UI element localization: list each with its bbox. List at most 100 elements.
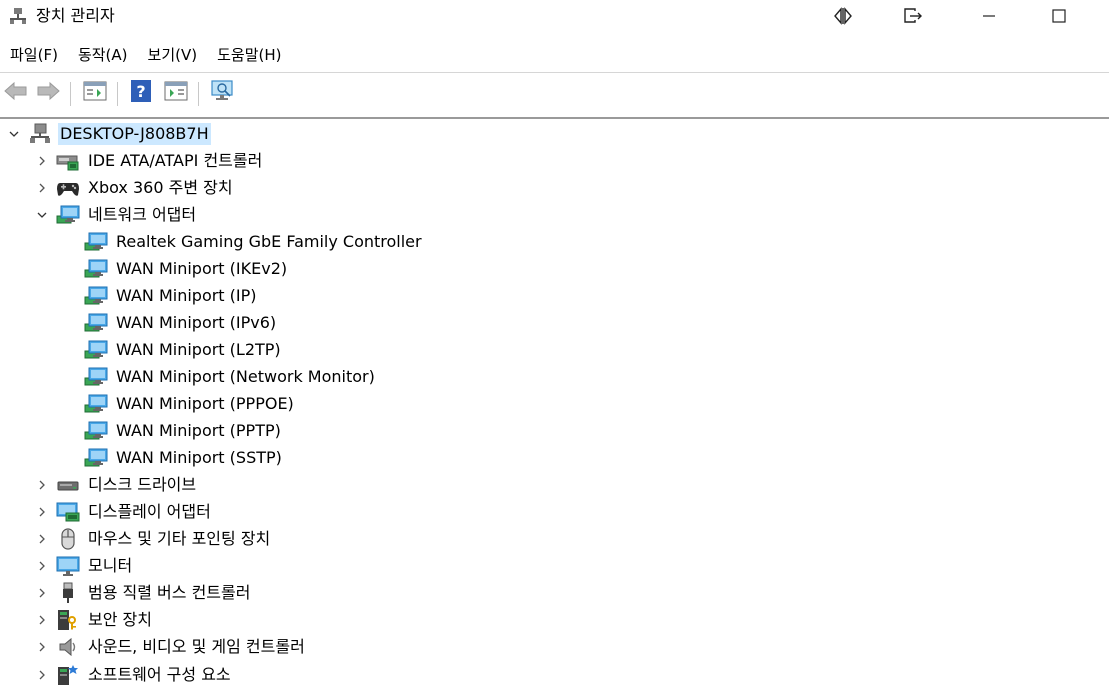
expand-chevron-icon[interactable]	[34, 585, 50, 601]
tree-node-label: Realtek Gaming GbE Family Controller	[116, 231, 422, 251]
tree-node-label: WAN Miniport (PPTP)	[116, 421, 281, 441]
expand-chevron-icon[interactable]	[34, 612, 50, 628]
tree-node-category[interactable]: IDE ATA/ATAPI 컨트롤러	[34, 147, 264, 174]
tree-node-category[interactable]: 네트워크 어댑터	[34, 201, 198, 228]
help-button[interactable]: ?	[127, 79, 155, 107]
tree-node-device[interactable]: Realtek Gaming GbE Family Controller	[84, 228, 424, 255]
tree-node-label: 사운드, 비디오 및 게임 컨트롤러	[88, 637, 305, 657]
maximize-icon	[1051, 8, 1067, 24]
display-adapter-icon	[56, 501, 80, 523]
properties-view-button[interactable]	[162, 79, 190, 107]
menu-file[interactable]: 파일(F)	[0, 40, 68, 70]
expand-chevron-icon[interactable]	[34, 531, 50, 547]
tree-node-computer[interactable]: DESKTOP-J808B7H	[6, 120, 211, 147]
scan-hardware-button[interactable]	[209, 79, 237, 107]
tree-node-category[interactable]: 소프트웨어 구성 요소	[34, 661, 233, 688]
tree-node-device[interactable]: WAN Miniport (L2TP)	[84, 336, 283, 363]
tree-node-label: IDE ATA/ATAPI 컨트롤러	[88, 150, 263, 170]
expand-chevron-icon[interactable]	[34, 153, 50, 169]
scan-monitor-icon	[210, 79, 236, 107]
device-tree: DESKTOP-J808B7H IDE ATA/ATAPI 컨트롤러 Xbox 36…	[0, 120, 1109, 688]
tree-node-label: WAN Miniport (Network Monitor)	[116, 366, 375, 386]
console-tree-icon	[83, 81, 107, 105]
tree-node-device[interactable]: WAN Miniport (Network Monitor)	[84, 363, 377, 390]
tree-node-label: DESKTOP-J808B7H	[58, 122, 211, 145]
device-manager-icon	[8, 6, 28, 26]
menu-view[interactable]: 보기(V)	[138, 40, 208, 70]
expand-chevron-icon[interactable]	[34, 504, 50, 520]
expand-chevron-icon[interactable]	[34, 477, 50, 493]
tree-node-category[interactable]: 보안 장치	[34, 607, 154, 634]
tree-node-category[interactable]: 모니터	[34, 553, 134, 580]
tree-node-category[interactable]: 마우스 및 기타 포인팅 장치	[34, 526, 272, 553]
back-button[interactable]	[2, 79, 30, 107]
tree-node-label: WAN Miniport (SSTP)	[116, 448, 282, 468]
tree-node-device[interactable]: WAN Miniport (IKEv2)	[84, 255, 289, 282]
tree-node-label: 모니터	[88, 556, 133, 576]
tree-node-category[interactable]: 디스플레이 어댑터	[34, 499, 213, 526]
tree-node-label: 네트워크 어댑터	[88, 204, 197, 224]
snap-layout-button[interactable]	[820, 2, 866, 30]
menu-action[interactable]: 동작(A)	[68, 40, 138, 70]
toolbar-divider	[117, 82, 118, 106]
tree-node-label: WAN Miniport (L2TP)	[116, 339, 281, 359]
tree-node-label: WAN Miniport (PPPOE)	[116, 394, 294, 413]
collapse-chevron-icon[interactable]	[34, 207, 50, 223]
tree-node-label: 보안 장치	[88, 610, 152, 630]
tree-node-category[interactable]: 범용 직렬 버스 컨트롤러	[34, 580, 252, 607]
tree-node-category[interactable]: 사운드, 비디오 및 게임 컨트롤러	[34, 634, 307, 661]
menu-bar: 파일(F) 동작(A) 보기(V) 도움말(H)	[0, 40, 291, 70]
tree-node-label: 디스크 드라이브	[88, 475, 197, 495]
network-adapter-icon	[84, 447, 108, 469]
monitor-icon	[56, 555, 80, 577]
disk-drive-icon	[56, 474, 80, 496]
tree-node-category[interactable]: 디스크 드라이브	[34, 472, 198, 499]
network-adapter-icon	[84, 420, 108, 442]
show-hide-console-tree-button[interactable]	[81, 79, 109, 107]
back-arrow-icon	[3, 81, 29, 105]
tree-node-device[interactable]: WAN Miniport (IP)	[84, 282, 259, 309]
tree-node-label: 소프트웨어 구성 요소	[88, 664, 231, 684]
tree-node-label: 범용 직렬 버스 컨트롤러	[88, 583, 251, 603]
forward-button[interactable]	[34, 79, 62, 107]
network-adapter-icon	[84, 339, 108, 361]
expand-chevron-icon[interactable]	[34, 667, 50, 683]
security-key-icon	[56, 609, 80, 631]
expand-chevron-icon[interactable]	[34, 180, 50, 196]
maximize-button[interactable]	[1036, 2, 1082, 30]
expand-chevron-icon[interactable]	[34, 639, 50, 655]
network-adapter-icon	[84, 312, 108, 334]
minimize-icon	[981, 8, 997, 24]
tree-node-label: Xbox 360 주변 장치	[88, 177, 233, 197]
mouse-icon	[56, 528, 80, 550]
network-adapter-icon	[84, 258, 108, 280]
snap-icon	[832, 7, 854, 25]
tree-node-label: 마우스 및 기타 포인팅 장치	[88, 529, 271, 549]
toolbar-divider	[70, 82, 71, 106]
collapse-chevron-icon[interactable]	[6, 126, 22, 142]
tree-node-category[interactable]: Xbox 360 주변 장치	[34, 174, 235, 201]
network-adapter-icon	[56, 204, 80, 226]
usb-icon	[56, 582, 80, 604]
gamepad-icon	[56, 177, 80, 199]
tree-node-device[interactable]: WAN Miniport (SSTP)	[84, 445, 284, 472]
tree-node-device[interactable]: WAN Miniport (IPv6)	[84, 309, 278, 336]
tree-node-device[interactable]: WAN Miniport (PPPOE)	[84, 391, 296, 418]
help-icon: ?	[130, 79, 152, 107]
toolbar-divider-bottom	[0, 117, 1109, 119]
menu-divider	[0, 72, 1109, 73]
ide-controller-icon	[56, 150, 80, 172]
computer-icon	[28, 123, 52, 145]
exit-icon	[902, 7, 924, 25]
tree-node-device[interactable]: WAN Miniport (PPTP)	[84, 418, 283, 445]
expand-chevron-icon[interactable]	[34, 558, 50, 574]
window-title: 장치 관리자	[36, 6, 115, 25]
exit-fullscreen-button[interactable]	[890, 2, 936, 30]
minimize-button[interactable]	[966, 2, 1012, 30]
forward-arrow-icon	[35, 81, 61, 105]
network-adapter-icon	[84, 393, 108, 415]
menu-help[interactable]: 도움말(H)	[207, 40, 291, 70]
tree-node-label: WAN Miniport (IPv6)	[116, 312, 277, 332]
network-adapter-icon	[84, 285, 108, 307]
svg-text:?: ?	[136, 82, 145, 101]
